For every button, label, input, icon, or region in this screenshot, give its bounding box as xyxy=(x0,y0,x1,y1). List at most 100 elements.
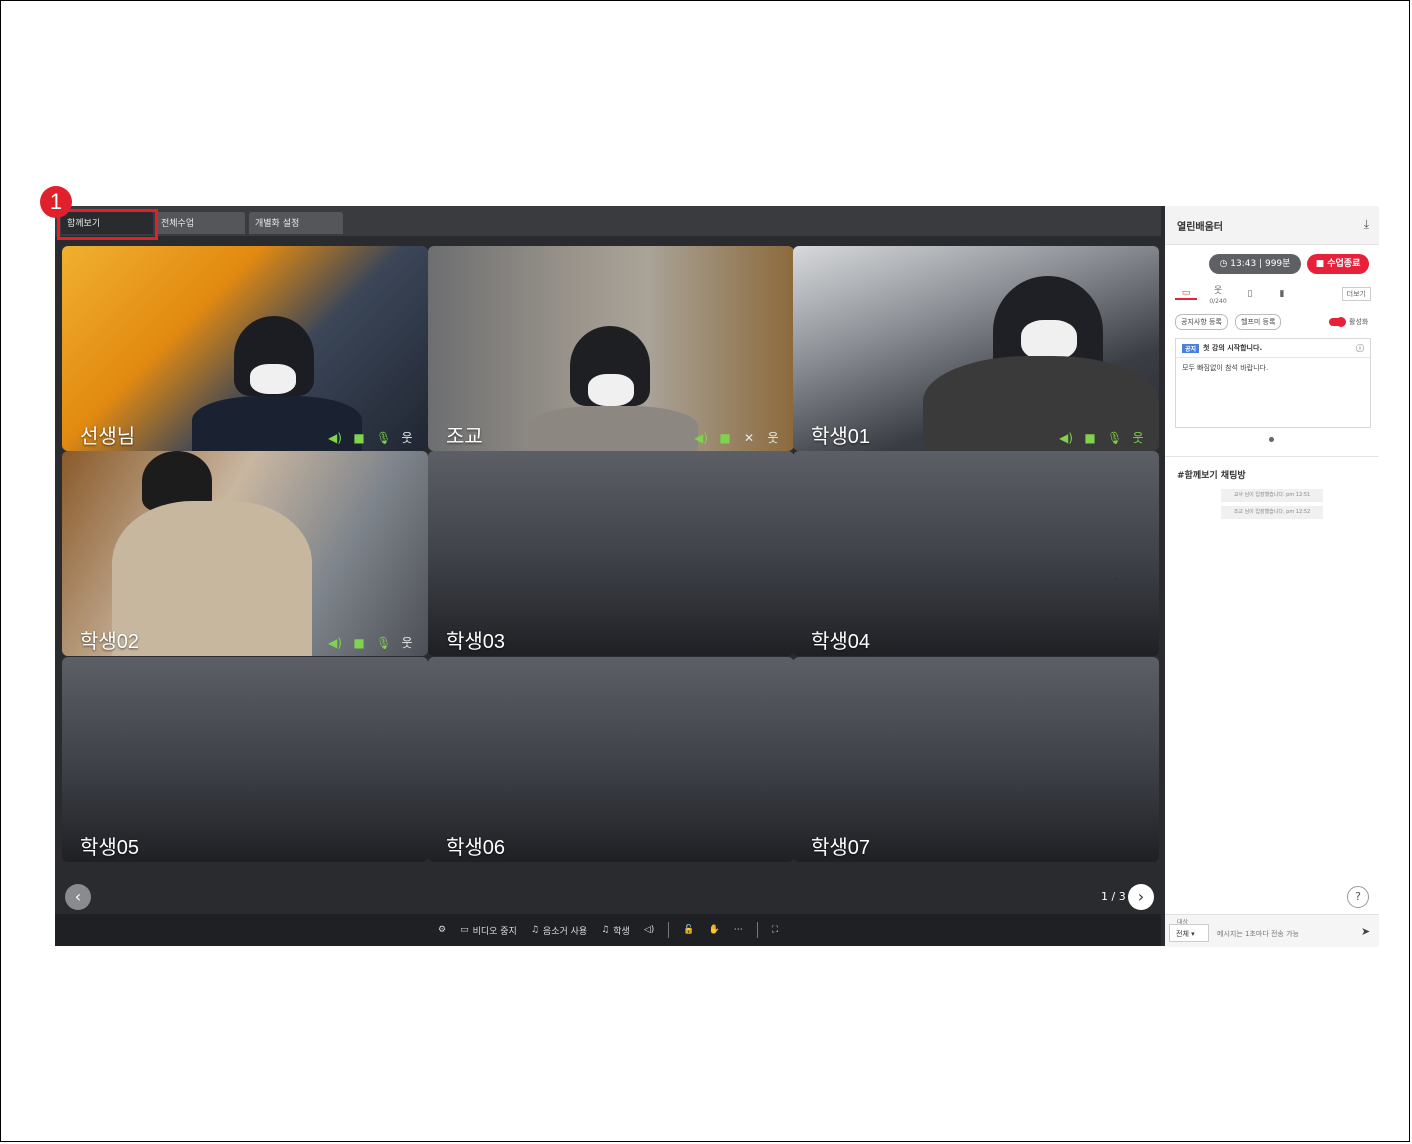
camera-icon[interactable]: ■ xyxy=(352,636,366,650)
tab-whole-class[interactable]: 전체수업 xyxy=(155,212,245,234)
fullscreen-button[interactable]: ⛶ xyxy=(772,925,778,935)
info-icon[interactable]: ⓘ xyxy=(1356,343,1364,354)
video-tile[interactable]: 학생06 xyxy=(428,657,794,862)
settings-button[interactable]: ⚙ xyxy=(438,925,446,935)
help-icon[interactable]: ? xyxy=(1347,886,1369,908)
activate-toggle[interactable] xyxy=(1329,317,1346,327)
target-value: 전체 xyxy=(1176,930,1189,938)
tab-individual-settings[interactable]: 개별화 설정 xyxy=(249,212,343,234)
notice-body: 모두 빠짐없이 참석 바랍니다. xyxy=(1182,364,1269,372)
tab-together-view[interactable]: 함께보기 xyxy=(61,212,153,234)
page-indicator: 1 / 3 xyxy=(1101,890,1126,903)
mic-icon: ♫ xyxy=(530,925,539,935)
carousel-dot[interactable] xyxy=(1269,437,1274,442)
participant-body xyxy=(112,501,312,656)
student-mic-button[interactable]: ♫ 학생 xyxy=(601,924,630,937)
toolbar-divider xyxy=(668,922,670,938)
speaker-icon[interactable]: ◀) xyxy=(328,636,342,650)
participant-name: 학생03 xyxy=(446,631,506,653)
voice-icon[interactable]: 웃 xyxy=(400,431,414,445)
bottom-toolbar: ⚙ ▭ 비디오 중지 ♫ 음소거 사용 ♫ 학생 ◁) 🔓 ✋ ⋯ ⛶ xyxy=(55,914,1161,946)
voice-icon[interactable]: 웃 xyxy=(1131,431,1145,445)
video-grid: 선생님 ◀) ■ 🎙 웃 조교 ◀) ■ ✕ 웃 학생01 ◀) ■ 🎙 웃 학… xyxy=(62,246,1159,862)
speaker-icon[interactable]: ◀) xyxy=(1059,431,1073,445)
hand-raise-button[interactable]: ✋ xyxy=(708,925,719,935)
mute-button[interactable]: ♫ 음소거 사용 xyxy=(531,924,587,937)
sidebar: 열린배움터 ⤓ ◷ 13:43 | 999분 ■ 수업종료 ▭ 웃0/240 ▯… xyxy=(1165,206,1379,947)
dots-icon: ⋯ xyxy=(733,925,743,935)
video-tile[interactable]: 선생님 ◀) ■ 🎙 웃 xyxy=(62,246,428,451)
end-class-label: 수업종료 xyxy=(1327,259,1361,269)
timer-value: 13:43 xyxy=(1230,259,1257,269)
mic-icon[interactable]: 🎙 xyxy=(376,431,391,445)
speaker-icon[interactable]: ◀) xyxy=(694,431,708,445)
system-message: 조교 님이 입장했습니다. pm 12:52 xyxy=(1221,506,1323,519)
fullscreen-icon: ⛶ xyxy=(771,925,779,935)
sidebar-divider xyxy=(1165,456,1379,457)
message-input[interactable] xyxy=(1215,924,1359,944)
video-tile[interactable]: 학생02 ◀) ■ 🎙 웃 xyxy=(62,451,428,656)
video-tile[interactable]: 학생04 xyxy=(793,451,1159,656)
mic-icon[interactable]: 🎙 xyxy=(376,636,391,650)
send-icon[interactable]: ➤ xyxy=(1361,925,1370,938)
activate-label: 활성화 xyxy=(1349,318,1369,326)
video-icon: ▭ xyxy=(460,925,469,935)
volume-button[interactable]: ◁) xyxy=(644,925,654,935)
class-timer: ◷ 13:43 | 999분 xyxy=(1209,254,1301,274)
hand-icon: ✋ xyxy=(708,925,720,935)
speaker-icon: ◁) xyxy=(643,925,655,935)
view-tabs: 함께보기 전체수업 개별화 설정 xyxy=(55,206,1161,236)
video-tile[interactable]: 학생05 xyxy=(62,657,428,862)
more-button[interactable]: 더보기 xyxy=(1341,287,1371,301)
lock-button[interactable]: 🔓 xyxy=(683,925,694,935)
participant-name: 선생님 xyxy=(80,426,136,448)
speaker-icon[interactable]: ◀) xyxy=(328,431,342,445)
voice-icon[interactable]: 웃 xyxy=(400,636,414,650)
sidebar-header: 열린배움터 ⤓ xyxy=(1165,206,1379,245)
video-stop-label: 비디오 중지 xyxy=(472,926,517,937)
download-icon[interactable]: ⤓ xyxy=(1364,217,1369,232)
end-class-button[interactable]: ■ 수업종료 xyxy=(1307,254,1369,274)
mic-muted-icon[interactable]: ✕ xyxy=(742,431,756,445)
participants-tab[interactable]: 웃0/240 xyxy=(1207,283,1229,306)
video-tile[interactable]: 학생01 ◀) ■ 🎙 웃 xyxy=(793,246,1159,451)
camera-icon[interactable]: ■ xyxy=(1083,431,1097,445)
participant-count: 0/240 xyxy=(1209,297,1227,305)
mask-shape xyxy=(1021,320,1077,360)
video-stop-button[interactable]: ▭ 비디오 중지 xyxy=(460,924,517,937)
mic-icon[interactable]: 🎙 xyxy=(1107,431,1122,445)
camera-icon[interactable]: ■ xyxy=(352,431,366,445)
notice-title: 첫 강의 시작합니다. xyxy=(1203,344,1263,352)
tile-controls: ◀) ■ 🎙 웃 xyxy=(328,636,414,650)
stats-tab-icon[interactable]: ▮ xyxy=(1271,289,1293,299)
mask-shape xyxy=(250,364,296,394)
video-tile[interactable]: 조교 ◀) ■ ✕ 웃 xyxy=(428,246,794,451)
participant-name: 학생04 xyxy=(811,631,871,653)
camera-icon[interactable]: ■ xyxy=(718,431,732,445)
file-tab-icon[interactable]: ▯ xyxy=(1239,289,1261,299)
video-tile[interactable]: 학생03 xyxy=(428,451,794,656)
participant-name: 학생07 xyxy=(811,837,871,859)
help-register-button[interactable]: 헬프미 등록 xyxy=(1235,314,1282,330)
video-area: 함께보기 전체수업 개별화 설정 선생님 ◀) ■ 🎙 웃 조교 ◀) ■ ✕ … xyxy=(55,206,1161,946)
timer-sub: 999분 xyxy=(1264,259,1291,269)
gear-icon: ⚙ xyxy=(437,925,447,935)
next-page-button[interactable]: › xyxy=(1128,884,1154,910)
notice-box: 공지 첫 강의 시작합니다. ⓘ 모두 빠짐없이 참석 바랍니다. xyxy=(1175,338,1371,428)
more-options-button[interactable]: ⋯ xyxy=(734,925,743,935)
target-select[interactable]: 전체 ▾ xyxy=(1169,924,1209,942)
mic-icon: ♫ xyxy=(601,925,610,935)
sidebar-title: 열린배움터 xyxy=(1177,222,1223,233)
mask-shape xyxy=(588,374,634,406)
collapse-sidebar-button[interactable]: › xyxy=(1114,572,1118,585)
toolbar-divider xyxy=(756,922,758,938)
prev-page-button[interactable]: ‹ xyxy=(65,884,91,910)
chat-tab-icon[interactable]: ▭ xyxy=(1175,288,1197,300)
step-badge: 1 xyxy=(40,186,72,218)
notice-register-button[interactable]: 공지사항 등록 xyxy=(1175,314,1228,330)
tile-controls: ◀) ■ 🎙 웃 xyxy=(328,431,414,445)
video-tile[interactable]: 학생07 xyxy=(793,657,1159,862)
notice-tag: 공지 xyxy=(1182,343,1200,353)
voice-icon[interactable]: 웃 xyxy=(766,431,780,445)
lock-icon: 🔓 xyxy=(683,925,695,935)
